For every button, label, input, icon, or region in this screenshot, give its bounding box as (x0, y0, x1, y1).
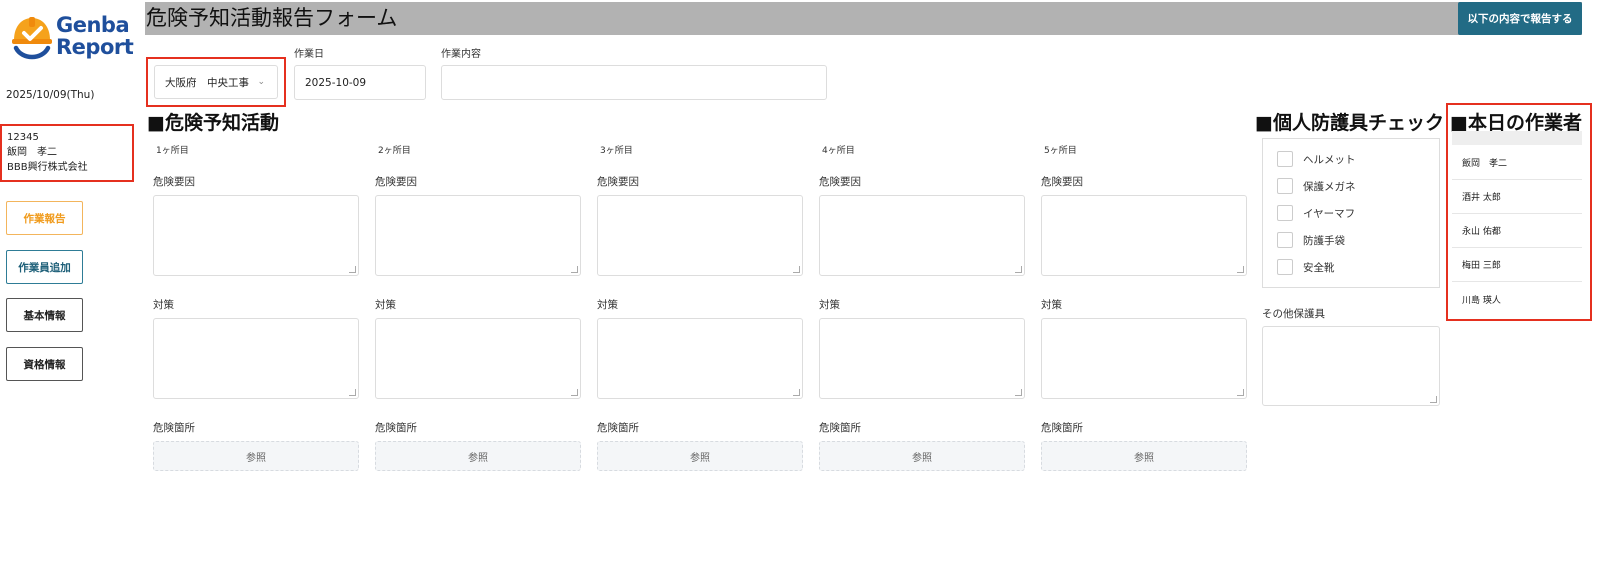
worker-row: 永山 佑都 (1452, 214, 1582, 248)
work-report-button[interactable]: 作業報告 (6, 201, 83, 235)
countermeasure-textarea[interactable] (819, 318, 1025, 399)
page-title: 危険予知活動報告フォーム (146, 6, 398, 30)
ppe-other-label: その他保護具 (1262, 308, 1325, 320)
hazard-location-label: 危険箇所 (153, 422, 195, 434)
work-date-label: 作業日 (294, 49, 324, 60)
countermeasure-label: 対策 (597, 299, 618, 311)
checkbox[interactable] (1277, 259, 1293, 275)
countermeasure-textarea[interactable] (153, 318, 359, 399)
workers-table-header (1452, 131, 1582, 145)
ppe-item-label: 防護手袋 (1303, 234, 1345, 247)
hazard-location-label: 危険箇所 (819, 422, 861, 434)
chevron-down-icon: ⌄ (257, 77, 265, 87)
hazard-factor-label: 危険要因 (597, 176, 639, 188)
checkbox[interactable] (1277, 151, 1293, 167)
user-info-box: 12345 飯岡 孝二 BBB興行株式会社 (0, 124, 134, 182)
browse-file-button[interactable]: 参照 (153, 441, 359, 471)
ppe-item-safety-shoes[interactable]: 安全靴 (1277, 259, 1335, 275)
ppe-other-textarea[interactable] (1262, 326, 1440, 406)
site-select[interactable]: 大阪府 中央工事 ⌄ (154, 65, 278, 99)
submit-report-button[interactable]: 以下の内容で報告する (1458, 2, 1582, 35)
hazard-factor-textarea[interactable] (597, 195, 803, 276)
hazard-location-number: 2ヶ所目 (378, 146, 411, 156)
countermeasure-label: 対策 (819, 299, 840, 311)
site-select-value: 大阪府 中央工事 (165, 76, 249, 89)
countermeasure-textarea[interactable] (375, 318, 581, 399)
ppe-item-helmet[interactable]: ヘルメット (1277, 151, 1356, 167)
ppe-checklist: ヘルメット 保護メガネ イヤーマフ 防護手袋 安全靴 (1262, 138, 1440, 288)
user-id: 12345 (7, 132, 39, 143)
current-date: 2025/10/09(Thu) (6, 89, 95, 101)
qualification-info-button[interactable]: 資格情報 (6, 347, 83, 381)
hazard-location-label: 危険箇所 (375, 422, 417, 434)
helmet-check-icon (12, 17, 52, 60)
ppe-item-label: イヤーマフ (1303, 207, 1356, 220)
ppe-item-label: ヘルメット (1303, 153, 1356, 166)
checkbox[interactable] (1277, 178, 1293, 194)
countermeasure-label: 対策 (375, 299, 396, 311)
hazard-factor-label: 危険要因 (153, 176, 195, 188)
browse-file-button[interactable]: 参照 (375, 441, 581, 471)
hazard-location-number: 1ヶ所目 (156, 146, 189, 156)
genba-report-logo[interactable]: Genba Report (10, 12, 134, 62)
hazard-factor-label: 危険要因 (375, 176, 417, 188)
countermeasure-label: 対策 (153, 299, 174, 311)
hazard-factor-textarea[interactable] (153, 195, 359, 276)
countermeasure-textarea[interactable] (597, 318, 803, 399)
hazard-factor-label: 危険要因 (1041, 176, 1083, 188)
hazard-section-title: ■危険予知活動 (147, 112, 279, 134)
worker-row: 梅田 三郎 (1452, 248, 1582, 282)
hazard-location-label: 危険箇所 (597, 422, 639, 434)
checkbox[interactable] (1277, 205, 1293, 221)
worker-row: 川島 瑛人 (1462, 295, 1501, 306)
countermeasure-textarea[interactable] (1041, 318, 1247, 399)
browse-file-button[interactable]: 参照 (819, 441, 1025, 471)
worker-row: 飯岡 孝二 (1452, 146, 1582, 180)
add-worker-button[interactable]: 作業員追加 (6, 250, 83, 284)
ppe-section-title: ■個人防護具チェック (1255, 112, 1444, 134)
sidebar: Genba Report 2025/10/09(Thu) 12345 飯岡 孝二… (0, 0, 140, 567)
work-date-input[interactable]: 2025-10-09 (294, 65, 426, 100)
logo-line-2: Report (56, 35, 134, 59)
work-content-input[interactable] (441, 65, 827, 100)
ppe-item-earmuffs[interactable]: イヤーマフ (1277, 205, 1355, 221)
user-name: 飯岡 孝二 (7, 147, 57, 158)
hazard-factor-label: 危険要因 (819, 176, 861, 188)
ppe-item-label: 保護メガネ (1303, 180, 1356, 193)
worker-row: 酒井 太郎 (1452, 180, 1582, 214)
logo-wordmark: Genba Report (56, 13, 134, 59)
hazard-location-label: 危険箇所 (1041, 422, 1083, 434)
hazard-factor-textarea[interactable] (819, 195, 1025, 276)
browse-file-button[interactable]: 参照 (1041, 441, 1247, 471)
basic-info-button[interactable]: 基本情報 (6, 298, 83, 332)
hazard-factor-textarea[interactable] (375, 195, 581, 276)
ppe-item-label: 安全靴 (1303, 261, 1335, 274)
countermeasure-label: 対策 (1041, 299, 1062, 311)
hazard-location-number: 3ヶ所目 (600, 146, 633, 156)
hazard-location-number: 5ヶ所目 (1044, 146, 1077, 156)
logo-line-1: Genba (56, 13, 130, 37)
user-company: BBB興行株式会社 (7, 162, 88, 173)
hazard-factor-textarea[interactable] (1041, 195, 1247, 276)
checkbox[interactable] (1277, 232, 1293, 248)
ppe-item-goggles[interactable]: 保護メガネ (1277, 178, 1356, 194)
hazard-location-number: 4ヶ所目 (822, 146, 855, 156)
ppe-item-gloves[interactable]: 防護手袋 (1277, 232, 1345, 248)
work-date-value: 2025-10-09 (305, 76, 367, 89)
browse-file-button[interactable]: 参照 (597, 441, 803, 471)
work-content-label: 作業内容 (441, 49, 481, 60)
